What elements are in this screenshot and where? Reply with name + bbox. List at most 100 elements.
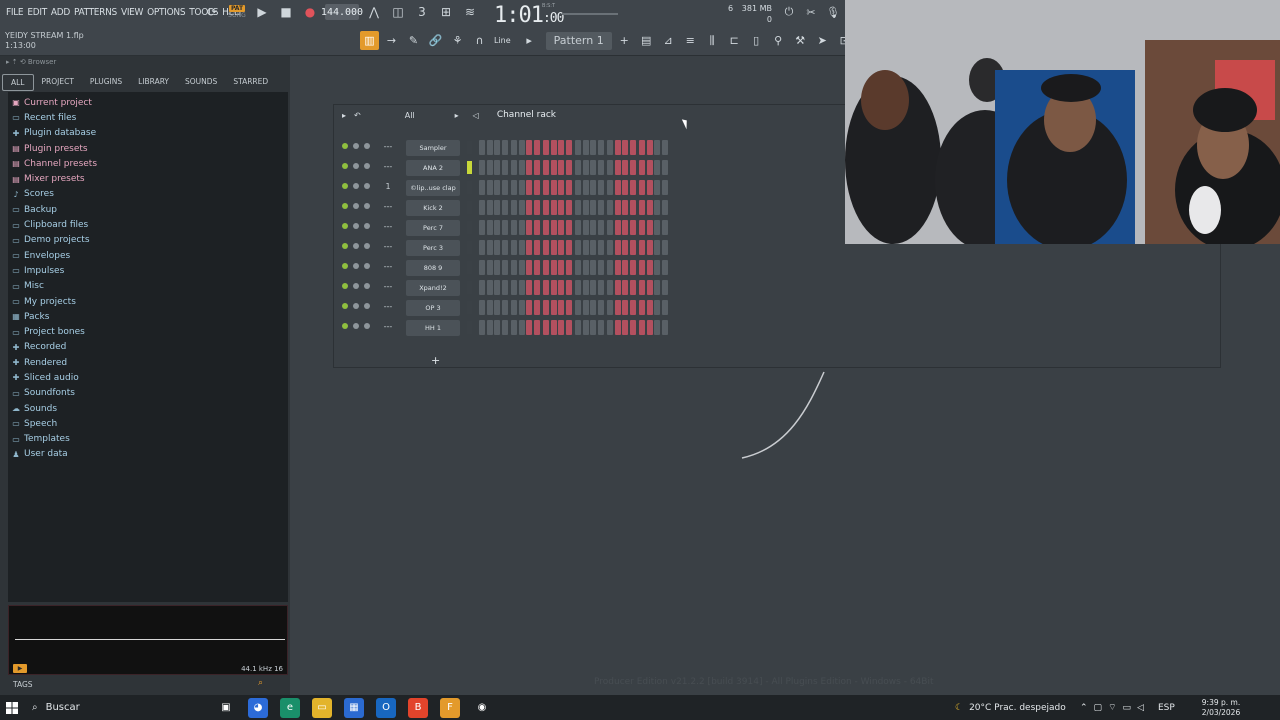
step-button[interactable] xyxy=(479,160,485,175)
channel-select-indicator[interactable] xyxy=(467,181,472,194)
step-button[interactable] xyxy=(501,160,508,175)
step-button[interactable] xyxy=(533,180,540,195)
channel-filter[interactable]: All xyxy=(405,111,415,120)
mixer-track-route[interactable]: --- xyxy=(378,300,398,316)
send-icon[interactable]: ➤ xyxy=(813,31,832,50)
step-button[interactable] xyxy=(629,160,636,175)
step-button[interactable] xyxy=(575,180,581,195)
browser-item-envelopes[interactable]: ▭ Envelopes xyxy=(8,248,288,263)
step-button[interactable] xyxy=(511,280,517,295)
step-button[interactable] xyxy=(654,240,660,255)
step-button[interactable] xyxy=(590,200,596,215)
pan-knob[interactable] xyxy=(353,203,359,209)
step-button[interactable] xyxy=(518,180,525,195)
step-button[interactable] xyxy=(533,260,540,275)
step-button[interactable] xyxy=(511,140,517,155)
network-icon[interactable]: ⌔ xyxy=(1108,702,1116,713)
step-button[interactable] xyxy=(629,280,636,295)
step-button[interactable] xyxy=(479,180,485,195)
mixer-track-route[interactable]: --- xyxy=(378,320,398,336)
step-button[interactable] xyxy=(526,160,532,175)
volume-knob[interactable] xyxy=(364,243,370,249)
step-button[interactable] xyxy=(575,140,581,155)
step-button[interactable] xyxy=(486,140,493,155)
step-button[interactable] xyxy=(543,140,549,155)
step-button[interactable] xyxy=(518,320,525,335)
browser-item-project-bones[interactable]: ▭ Project bones xyxy=(8,324,288,339)
step-button[interactable] xyxy=(661,180,668,195)
step-button[interactable] xyxy=(629,180,636,195)
step-button[interactable] xyxy=(550,220,557,235)
step-button[interactable] xyxy=(597,240,604,255)
step-button[interactable] xyxy=(501,180,508,195)
step-button[interactable] xyxy=(486,180,493,195)
step-button[interactable] xyxy=(511,240,517,255)
fl-studio-icon[interactable]: F xyxy=(440,697,460,718)
search-icon[interactable]: ⌕ xyxy=(258,678,263,688)
step-button[interactable] xyxy=(565,280,572,295)
channel-name-button[interactable]: ANA 2 xyxy=(406,160,460,176)
tab-sounds[interactable]: SOUNDS xyxy=(177,74,225,91)
channel-name-button[interactable]: HH 1 xyxy=(406,320,460,336)
step-button[interactable] xyxy=(639,260,645,275)
pan-knob[interactable] xyxy=(353,183,359,189)
step-button[interactable] xyxy=(614,200,621,215)
channel-mute-led[interactable] xyxy=(342,243,348,249)
step-button[interactable] xyxy=(511,200,517,215)
mixer-track-route[interactable]: --- xyxy=(378,240,398,256)
tempo-display[interactable]: 144.000 xyxy=(321,4,363,20)
channel-mute-led[interactable] xyxy=(342,303,348,309)
step-button[interactable] xyxy=(550,140,557,155)
step-button[interactable] xyxy=(565,200,572,215)
step-button[interactable] xyxy=(526,200,532,215)
tags-label[interactable]: TAGS xyxy=(13,680,33,689)
step-button[interactable] xyxy=(654,320,660,335)
step-button[interactable] xyxy=(629,200,636,215)
step-button[interactable] xyxy=(646,140,653,155)
step-button[interactable] xyxy=(558,260,564,275)
channel-mute-led[interactable] xyxy=(342,283,348,289)
step-button[interactable] xyxy=(597,200,604,215)
arrow-right-icon[interactable]: → xyxy=(382,31,401,50)
step-button[interactable] xyxy=(607,320,613,335)
channel-select-indicator[interactable] xyxy=(467,321,472,334)
step-button[interactable] xyxy=(558,180,564,195)
step-button[interactable] xyxy=(550,320,557,335)
step-button[interactable] xyxy=(614,300,621,315)
browser-item-current-project[interactable]: ▣ Current project xyxy=(8,95,288,110)
step-button[interactable] xyxy=(479,140,485,155)
step-button[interactable] xyxy=(661,280,668,295)
channel-select-indicator[interactable] xyxy=(467,141,472,154)
step-button[interactable] xyxy=(646,300,653,315)
edge-icon[interactable]: e xyxy=(280,697,300,718)
step-button[interactable] xyxy=(590,320,596,335)
channel-name-button[interactable]: ©lip..use clap xyxy=(406,180,460,196)
mixer-track-route[interactable]: --- xyxy=(378,200,398,216)
step-button[interactable] xyxy=(526,280,532,295)
step-button[interactable] xyxy=(629,320,636,335)
tray-chevron-icon[interactable]: ⌃ xyxy=(1080,703,1088,713)
step-button[interactable] xyxy=(607,160,613,175)
step-button[interactable] xyxy=(526,260,532,275)
step-button[interactable] xyxy=(486,280,493,295)
menu-view[interactable]: VIEW xyxy=(119,6,145,19)
add-pattern-icon[interactable]: + xyxy=(615,31,634,50)
step-button[interactable] xyxy=(575,200,581,215)
step-button[interactable] xyxy=(550,300,557,315)
taskbar-search[interactable]: ⌕ Buscar xyxy=(24,695,204,720)
step-button[interactable] xyxy=(494,140,500,155)
step-button[interactable] xyxy=(661,200,668,215)
step-button[interactable] xyxy=(590,180,596,195)
browser-item-clipboard-files[interactable]: ▭ Clipboard files xyxy=(8,217,288,232)
step-button[interactable] xyxy=(607,180,613,195)
step-button[interactable] xyxy=(479,260,485,275)
step-button[interactable] xyxy=(622,200,628,215)
step-button[interactable] xyxy=(607,240,613,255)
step-button[interactable] xyxy=(590,220,596,235)
volume-icon[interactable]: ◁ xyxy=(1137,703,1144,713)
step-button[interactable] xyxy=(575,220,581,235)
step-button[interactable] xyxy=(494,180,500,195)
step-button[interactable] xyxy=(639,160,645,175)
step-button[interactable] xyxy=(614,260,621,275)
step-button[interactable] xyxy=(558,280,564,295)
